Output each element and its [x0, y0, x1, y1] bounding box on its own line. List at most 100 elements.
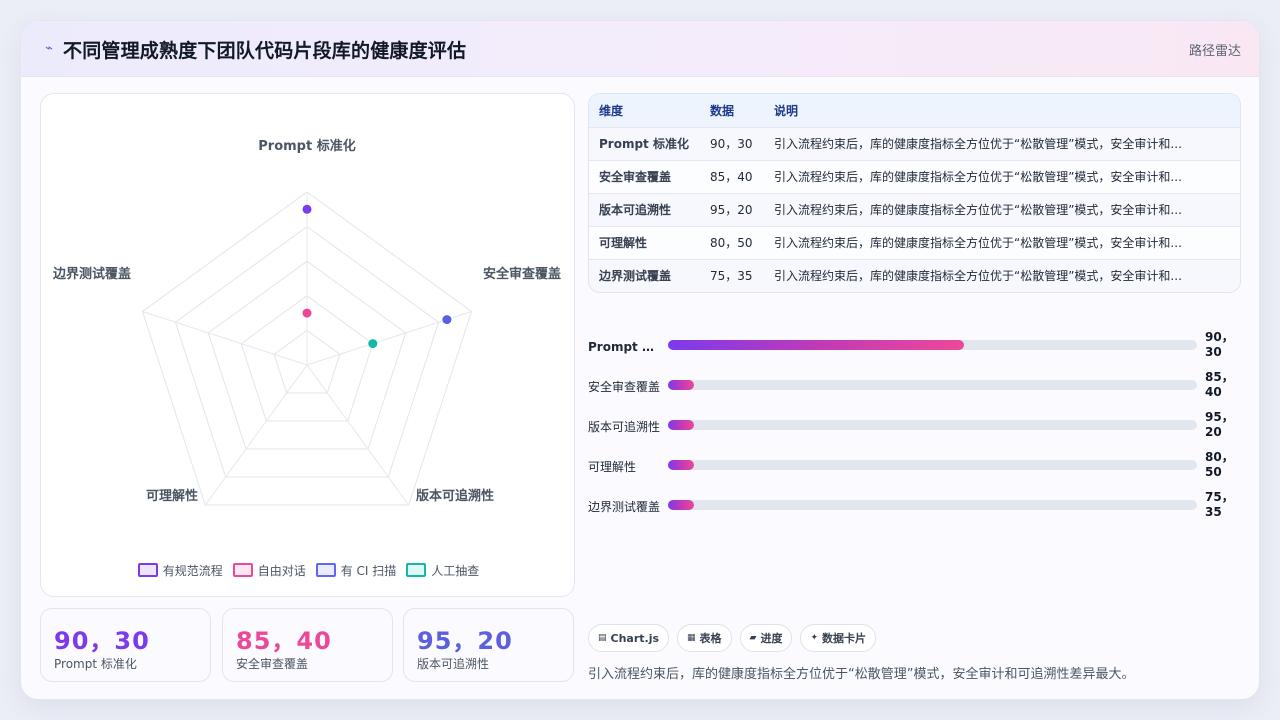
progress-list: Prompt 标... 90，30 安全审查覆盖 85，40 版本可追溯性 95，20 可理…: [588, 309, 1241, 519]
table-row: 安全审查覆盖 85，40 引入流程约束后，库的健康度指标全方位优于“松散管理”模式，…: [589, 160, 1240, 193]
table-column-header: 说明: [774, 103, 799, 118]
table-cell-data: 80，50: [710, 236, 753, 250]
table-cell-dim: 安全审查覆盖: [599, 170, 672, 184]
progress-label: 安全审查覆盖: [588, 380, 661, 394]
progress-row: 版本可追溯性 95，20: [588, 410, 1241, 454]
progress-value: 95，20: [1205, 410, 1234, 439]
progress-label: 版本可追溯性: [588, 420, 661, 434]
radar-panel: Prompt 标准化 安全审查覆盖 版本可追溯性 可理解性 边界测试覆盖 有规范流程 自由…: [40, 93, 575, 597]
table-cell-note: 引入流程约束后，库的健康度指标全方位优于“松散管理”模式，安全审计和...: [774, 137, 1182, 151]
tag-pill[interactable]: ✦ 数据卡片: [800, 624, 877, 652]
legend-swatch: [232, 563, 253, 577]
kpi-label: 版本可追溯性: [417, 657, 490, 671]
legend-item[interactable]: 自由对话: [232, 560, 306, 580]
progress-row: Prompt 标... 90，30: [588, 330, 1241, 374]
legend-swatch: [315, 563, 336, 577]
table-cell-data: 75，35: [710, 269, 753, 284]
table-column-header: 数据: [710, 103, 735, 118]
progress-label: 可理解性: [588, 460, 637, 474]
table-cell-dim: 边界测试覆盖: [599, 269, 672, 284]
legend-label: 人工抽查: [431, 563, 480, 578]
tag-pill[interactable]: ▤ Chart.js: [588, 624, 670, 652]
legend-label: 自由对话: [257, 563, 306, 578]
table-header-row: 维度 数据 说明: [589, 94, 1240, 127]
tag-pills: ▤ Chart.js ▦ 表格 ▰ 进度 ✦ 数据卡片: [588, 624, 877, 652]
radar-axis-label: 边界测试覆盖: [52, 266, 131, 282]
table-cell-data: 95，20: [710, 203, 753, 217]
radar-point: [302, 308, 312, 318]
progress-row: 边界测试覆盖 75，35: [588, 490, 1241, 534]
radar-spoke: [306, 364, 410, 506]
tag-pill[interactable]: ▰ 进度: [739, 624, 793, 652]
progress-value: 75，35: [1205, 490, 1234, 519]
kpi-value: 95，20: [417, 627, 513, 655]
kpi-card: 95，20 版本可追溯性: [403, 608, 574, 682]
table-column-header: 维度: [599, 103, 624, 118]
chart-icon: ▤: [598, 633, 607, 643]
header-right-label: 路径雷达: [1188, 44, 1241, 59]
radar-axis-label: 可理解性: [146, 488, 198, 504]
progress-value: 90，30: [1205, 330, 1234, 359]
tag-pill[interactable]: ▦ 表格: [677, 624, 732, 652]
table-cell-data: 85，40: [710, 170, 753, 184]
table-cell-data: 90，30: [710, 137, 753, 151]
progress-track: [668, 340, 1197, 350]
radar-axis-label: 安全审查覆盖: [483, 266, 561, 282]
table-row: 版本可追溯性 95，20 引入流程约束后，库的健康度指标全方位优于“松散管理”模式，…: [589, 193, 1240, 226]
radar-spoke: [204, 364, 308, 506]
legend-swatch: [137, 563, 158, 577]
table-row: 可理解性 80，50 引入流程约束后，库的健康度指标全方位优于“松散管理”模式，安全…: [589, 226, 1240, 259]
table-cell-note: 引入流程约束后，库的健康度指标全方位优于“松散管理”模式，安全审计和...: [774, 170, 1182, 184]
table-cell-note: 引入流程约束后，库的健康度指标全方位优于“松散管理”模式，安全审计和...: [774, 236, 1182, 250]
legend-item[interactable]: 有规范流程: [137, 560, 223, 580]
kpi-card: 90，30 Prompt 标准化: [40, 608, 211, 682]
progress-fill: [668, 460, 695, 470]
progress-fill: [668, 380, 695, 390]
dashboard-card: ⌁ 不同管理成熟度下团队代码片段库的健康度评估 路径雷达 Prompt 标准化 安…: [20, 20, 1260, 700]
tag-pill-label: Chart.js: [610, 631, 660, 645]
kpi-card: 85，40 安全审查覆盖: [222, 608, 393, 682]
tag-pill-label: 表格: [699, 632, 722, 645]
radar-point: [368, 339, 378, 349]
table-cell-note: 引入流程约束后，库的健康度指标全方位优于“松散管理”模式，安全审计和...: [774, 203, 1182, 217]
legend-label: 有规范流程: [162, 563, 223, 578]
progress-label: Prompt 标...: [588, 340, 664, 354]
radar-spoke: [142, 311, 308, 366]
summary-text: 引入流程约束后，库的健康度指标全方位优于“松散管理”模式，安全审计和可追溯性差异…: [588, 667, 1135, 682]
kpi-label: Prompt 标准化: [54, 657, 137, 671]
kpi-row: 90，30 Prompt 标准化 85，40 安全审查覆盖 95，20 版本可追溯性: [40, 608, 575, 682]
progress-fill: [668, 420, 695, 430]
table-cell-dim: 版本可追溯性: [599, 203, 672, 217]
tag-pill-label: 数据卡片: [822, 632, 867, 645]
progress-label: 边界测试覆盖: [588, 500, 661, 514]
pulse-icon: ⌁: [45, 41, 53, 56]
progress-track: [668, 500, 1197, 510]
kpi-value: 90，30: [54, 627, 150, 655]
table-cell-note: 引入流程约束后，库的健康度指标全方位优于“松散管理”模式，安全审计和...: [774, 269, 1182, 284]
page-title: 不同管理成熟度下团队代码片段库的健康度评估: [63, 40, 467, 62]
kpi-value: 85，40: [236, 627, 332, 655]
legend-item[interactable]: 有 CI 扫描: [315, 560, 397, 580]
table-cell-dim: 可理解性: [599, 236, 648, 250]
tag-pill-label: 进度: [760, 632, 783, 645]
progress-value: 80，50: [1205, 450, 1234, 479]
legend-item[interactable]: 人工抽查: [406, 560, 479, 580]
progress-row: 安全审查覆盖 85，40: [588, 370, 1241, 414]
legend-label: 有 CI 扫描: [340, 563, 397, 578]
progress-track: [668, 460, 1197, 470]
progress-row: 可理解性 80，50: [588, 450, 1241, 494]
progress-fill: [668, 500, 695, 510]
data-table: 维度 数据 说明 Prompt 标准化 90，30 引入流程约束后，库的健康度指标全方位…: [588, 93, 1241, 293]
radar-chart: Prompt 标准化安全审查覆盖版本可追溯性 可理解性 边界测试覆盖: [52, 138, 561, 506]
radar-point: [442, 315, 452, 325]
radar-axis-label: 版本可追溯性: [416, 488, 494, 504]
radar-legend: 有规范流程 自由对话 有 CI 扫描 人工抽查: [41, 560, 576, 580]
progress-track: [668, 380, 1197, 390]
progress-track: [668, 420, 1197, 430]
table-row: Prompt 标准化 90，30 引入流程约束后，库的健康度指标全方位优于“松散管理…: [589, 127, 1240, 160]
sparkle-icon: ✦: [810, 633, 819, 643]
header-bar: ⌁ 不同管理成熟度下团队代码片段库的健康度评估 路径雷达: [21, 21, 1259, 77]
progress-icon: ▰: [749, 633, 757, 643]
kpi-label: 安全审查覆盖: [236, 657, 309, 671]
progress-value: 85，40: [1205, 370, 1234, 399]
